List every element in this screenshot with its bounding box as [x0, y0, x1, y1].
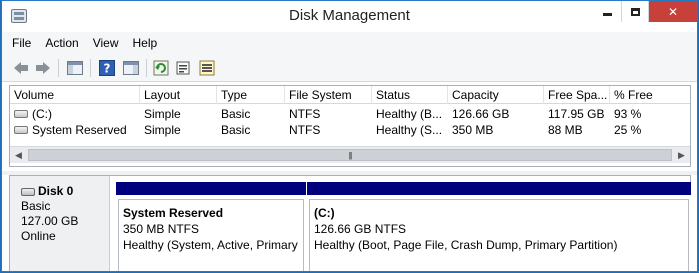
- disk-icon: [21, 187, 35, 196]
- volume-icon: [14, 126, 28, 134]
- status-cell: Healthy (B...: [376, 107, 443, 121]
- menu-bar: File Action View Help: [2, 32, 697, 54]
- rescan-disks-icon[interactable]: [198, 59, 216, 77]
- type-cell: Basic: [221, 123, 251, 137]
- close-icon: ✕: [667, 4, 679, 19]
- back-icon[interactable]: [12, 59, 30, 77]
- free-space-cell: 88 MB: [548, 123, 583, 137]
- partition-name: System Reserved: [123, 206, 224, 220]
- minimize-button[interactable]: [594, 1, 621, 22]
- window-title: Disk Management: [289, 7, 410, 24]
- toolbar-separator: [58, 59, 59, 77]
- partition-name: (C:): [314, 206, 335, 220]
- disk-name: Disk 0: [38, 184, 74, 198]
- disk-management-window: Disk Management ✕ File Action View Help …: [1, 0, 698, 272]
- column-header-type[interactable]: Type: [217, 86, 285, 104]
- disk-graphical-view: Disk 0 Basic 127.00 GB Online System Res…: [9, 175, 691, 271]
- volume-name-cell: System Reserved: [10, 122, 140, 138]
- column-header-status[interactable]: Status: [372, 86, 448, 104]
- volume-list-header: Volume Layout Type File System Status Ca…: [10, 86, 690, 104]
- status-cell: Healthy (S...: [376, 123, 443, 137]
- column-header-file-system[interactable]: File System: [285, 86, 372, 104]
- disk-size: 127.00 GB: [21, 214, 79, 228]
- partition-bar: [116, 182, 306, 195]
- column-header-free-space[interactable]: Free Spa...: [544, 86, 610, 104]
- forward-icon[interactable]: [34, 59, 52, 77]
- menu-action[interactable]: Action: [45, 36, 78, 50]
- percent-free-cell: 93 %: [614, 107, 642, 121]
- table-row[interactable]: System Reserved Simple Basic NTFS Health…: [10, 122, 690, 138]
- layout-cell: Simple: [144, 107, 181, 121]
- free-space-cell: 117.95 GB: [548, 107, 605, 121]
- disk-type: Basic: [21, 199, 51, 213]
- title-bar: Disk Management ✕: [2, 1, 697, 32]
- table-row[interactable]: (C:) Simple Basic NTFS Healthy (B... 126…: [10, 106, 690, 122]
- disk-status: Online: [21, 229, 56, 243]
- partition-c[interactable]: (C:) 126.66 GB NTFS Healthy (Boot, Page …: [307, 182, 691, 271]
- scroll-grip-icon: |||: [348, 150, 352, 160]
- menu-help[interactable]: Help: [133, 36, 158, 50]
- close-button[interactable]: ✕: [648, 1, 697, 22]
- percent-free-cell: 25 %: [614, 123, 642, 137]
- column-header-capacity[interactable]: Capacity: [448, 86, 544, 104]
- capacity-cell: 350 MB: [452, 123, 494, 137]
- maximize-icon: [630, 7, 640, 16]
- partition-size-fs: 350 MB NTFS: [123, 222, 200, 236]
- horizontal-scrollbar[interactable]: ◀ ||| ▶: [10, 146, 690, 163]
- partition-system-reserved[interactable]: System Reserved 350 MB NTFS Healthy (Sys…: [116, 182, 306, 271]
- svg-text:?: ?: [104, 62, 111, 76]
- file-system-cell: NTFS: [289, 107, 321, 121]
- menu-view[interactable]: View: [93, 36, 119, 50]
- refresh-icon[interactable]: [152, 59, 170, 77]
- maximize-button[interactable]: [621, 1, 648, 22]
- scroll-right-icon[interactable]: ▶: [673, 147, 690, 163]
- minimize-icon: [603, 13, 612, 16]
- toolbar-separator: [90, 59, 91, 77]
- show-hide-console-tree-icon[interactable]: [66, 59, 84, 77]
- capacity-cell: 126.66 GB: [452, 107, 510, 121]
- disk-0-label[interactable]: Disk 0 Basic 127.00 GB Online: [10, 176, 110, 271]
- scroll-left-icon[interactable]: ◀: [10, 147, 27, 163]
- toolbar-separator: [146, 59, 147, 77]
- scroll-thumb[interactable]: |||: [28, 149, 672, 161]
- column-header-percent-free[interactable]: % Free: [610, 86, 690, 104]
- volume-icon: [14, 110, 28, 118]
- show-hide-action-pane-icon[interactable]: [122, 59, 140, 77]
- file-system-cell: NTFS: [289, 123, 321, 137]
- column-header-layout[interactable]: Layout: [140, 86, 217, 104]
- properties-icon[interactable]: [174, 59, 192, 77]
- volume-name-cell: (C:): [10, 106, 140, 122]
- menu-file[interactable]: File: [12, 36, 31, 50]
- column-header-volume[interactable]: Volume: [10, 86, 140, 104]
- partition-status: Healthy (Boot, Page File, Crash Dump, Pr…: [314, 238, 618, 252]
- layout-cell: Simple: [144, 123, 181, 137]
- partition-status: Healthy (System, Active, Primary: [123, 238, 298, 252]
- help-icon[interactable]: ?: [98, 59, 116, 77]
- type-cell: Basic: [221, 107, 251, 121]
- toolbar: ?: [2, 54, 697, 82]
- partition-size-fs: 126.66 GB NTFS: [314, 222, 407, 236]
- volume-list[interactable]: Volume Layout Type File System Status Ca…: [9, 85, 691, 167]
- partition-bar: [307, 182, 691, 195]
